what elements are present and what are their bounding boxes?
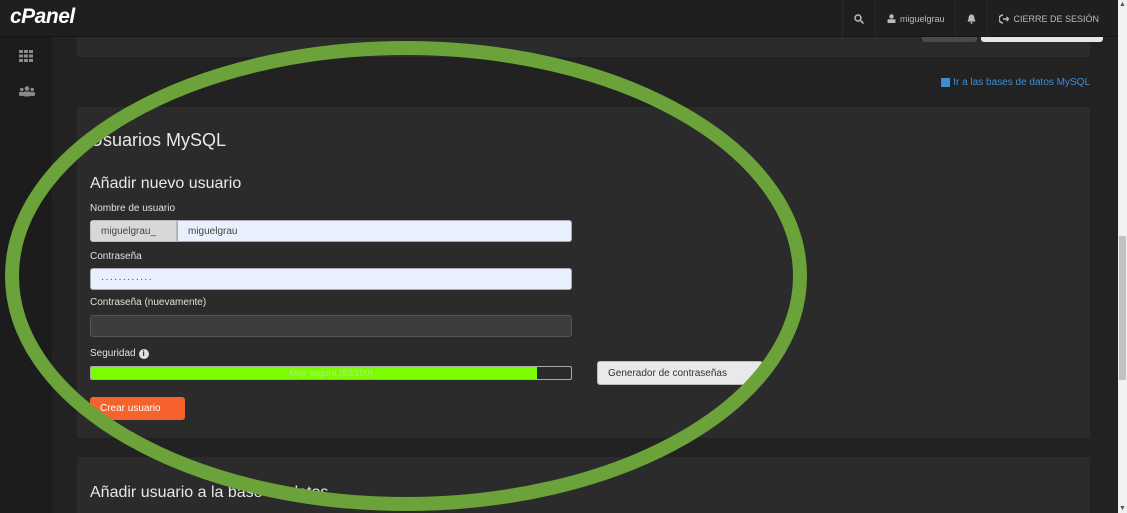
left-sidebar	[0, 37, 52, 513]
add-user-to-db-panel: Añadir usuario a la base de datos	[77, 457, 1090, 513]
users-icon[interactable]	[19, 84, 35, 98]
section-title: Usuarios MySQL	[90, 130, 227, 150]
bell-icon	[967, 14, 976, 24]
password-again-field-label: Contraseña (nuevamente)	[90, 297, 207, 308]
goto-databases-label: Ir a las bases de datos MySQL	[953, 77, 1090, 88]
add-user-heading: Añadir nuevo usuario	[90, 175, 242, 192]
strip-input[interactable]	[981, 37, 1103, 42]
page-scrollbar[interactable]: ▲ ▼	[1118, 0, 1127, 513]
username-input-group: miguelgrau_ miguelgrau	[90, 220, 572, 242]
logout-button[interactable]: CIERRE DE SESIÓN	[987, 0, 1110, 37]
cpanel-logo[interactable]: cPanel	[10, 5, 75, 29]
scroll-up-arrow-icon[interactable]: ▲	[1119, 0, 1126, 9]
search-icon	[854, 13, 864, 24]
topbar-actions: miguelgrau CIERRE DE SESIÓN	[841, 0, 1110, 37]
arrow-up-icon	[941, 78, 951, 87]
password-strength-meter: Muy segura (93/100)	[90, 366, 572, 380]
top-navigation-bar: cPanel miguelgrau CIERRE DE SESIÓN	[0, 0, 1118, 37]
notifications-button[interactable]	[955, 0, 987, 37]
username-input[interactable]: miguelgrau	[177, 220, 572, 242]
security-label: Seguridad	[90, 348, 136, 359]
previous-section-strip	[77, 37, 1103, 57]
create-user-button[interactable]: Crear usuario	[90, 397, 185, 420]
strength-text: Muy segura (93/100)	[289, 368, 373, 378]
user-menu[interactable]: miguelgrau	[874, 0, 956, 37]
scrollbar-thumb[interactable]	[1119, 236, 1126, 380]
logout-icon	[999, 13, 1010, 24]
username-label: miguelgrau	[899, 13, 945, 24]
password-field-label: Contraseña	[90, 251, 142, 262]
info-icon[interactable]: i	[138, 349, 149, 359]
username-field-label: Nombre de usuario	[90, 203, 176, 214]
goto-databases-link[interactable]: Ir a las bases de datos MySQL	[941, 77, 1090, 88]
strip-button[interactable]	[922, 37, 977, 42]
add-user-to-db-title: Añadir usuario a la base de datos	[90, 484, 329, 501]
grid-icon[interactable]	[19, 49, 35, 63]
username-prefix: miguelgrau_	[90, 220, 177, 242]
mysql-users-panel: Usuarios MySQL Añadir nuevo usuario Nomb…	[77, 107, 1090, 438]
scroll-down-arrow-icon[interactable]: ▼	[1119, 504, 1126, 513]
password-generator-button[interactable]: Generador de contraseñas	[597, 361, 763, 385]
password-input[interactable]: ············	[90, 268, 572, 290]
search-button[interactable]	[841, 0, 875, 37]
user-icon	[887, 14, 896, 23]
main-content: Ir a las bases de datos MySQL Usuarios M…	[52, 37, 1118, 513]
password-again-input[interactable]	[90, 315, 572, 337]
security-label-row: Seguridad i	[90, 348, 149, 359]
logout-label: CIERRE DE SESIÓN	[1013, 13, 1099, 24]
